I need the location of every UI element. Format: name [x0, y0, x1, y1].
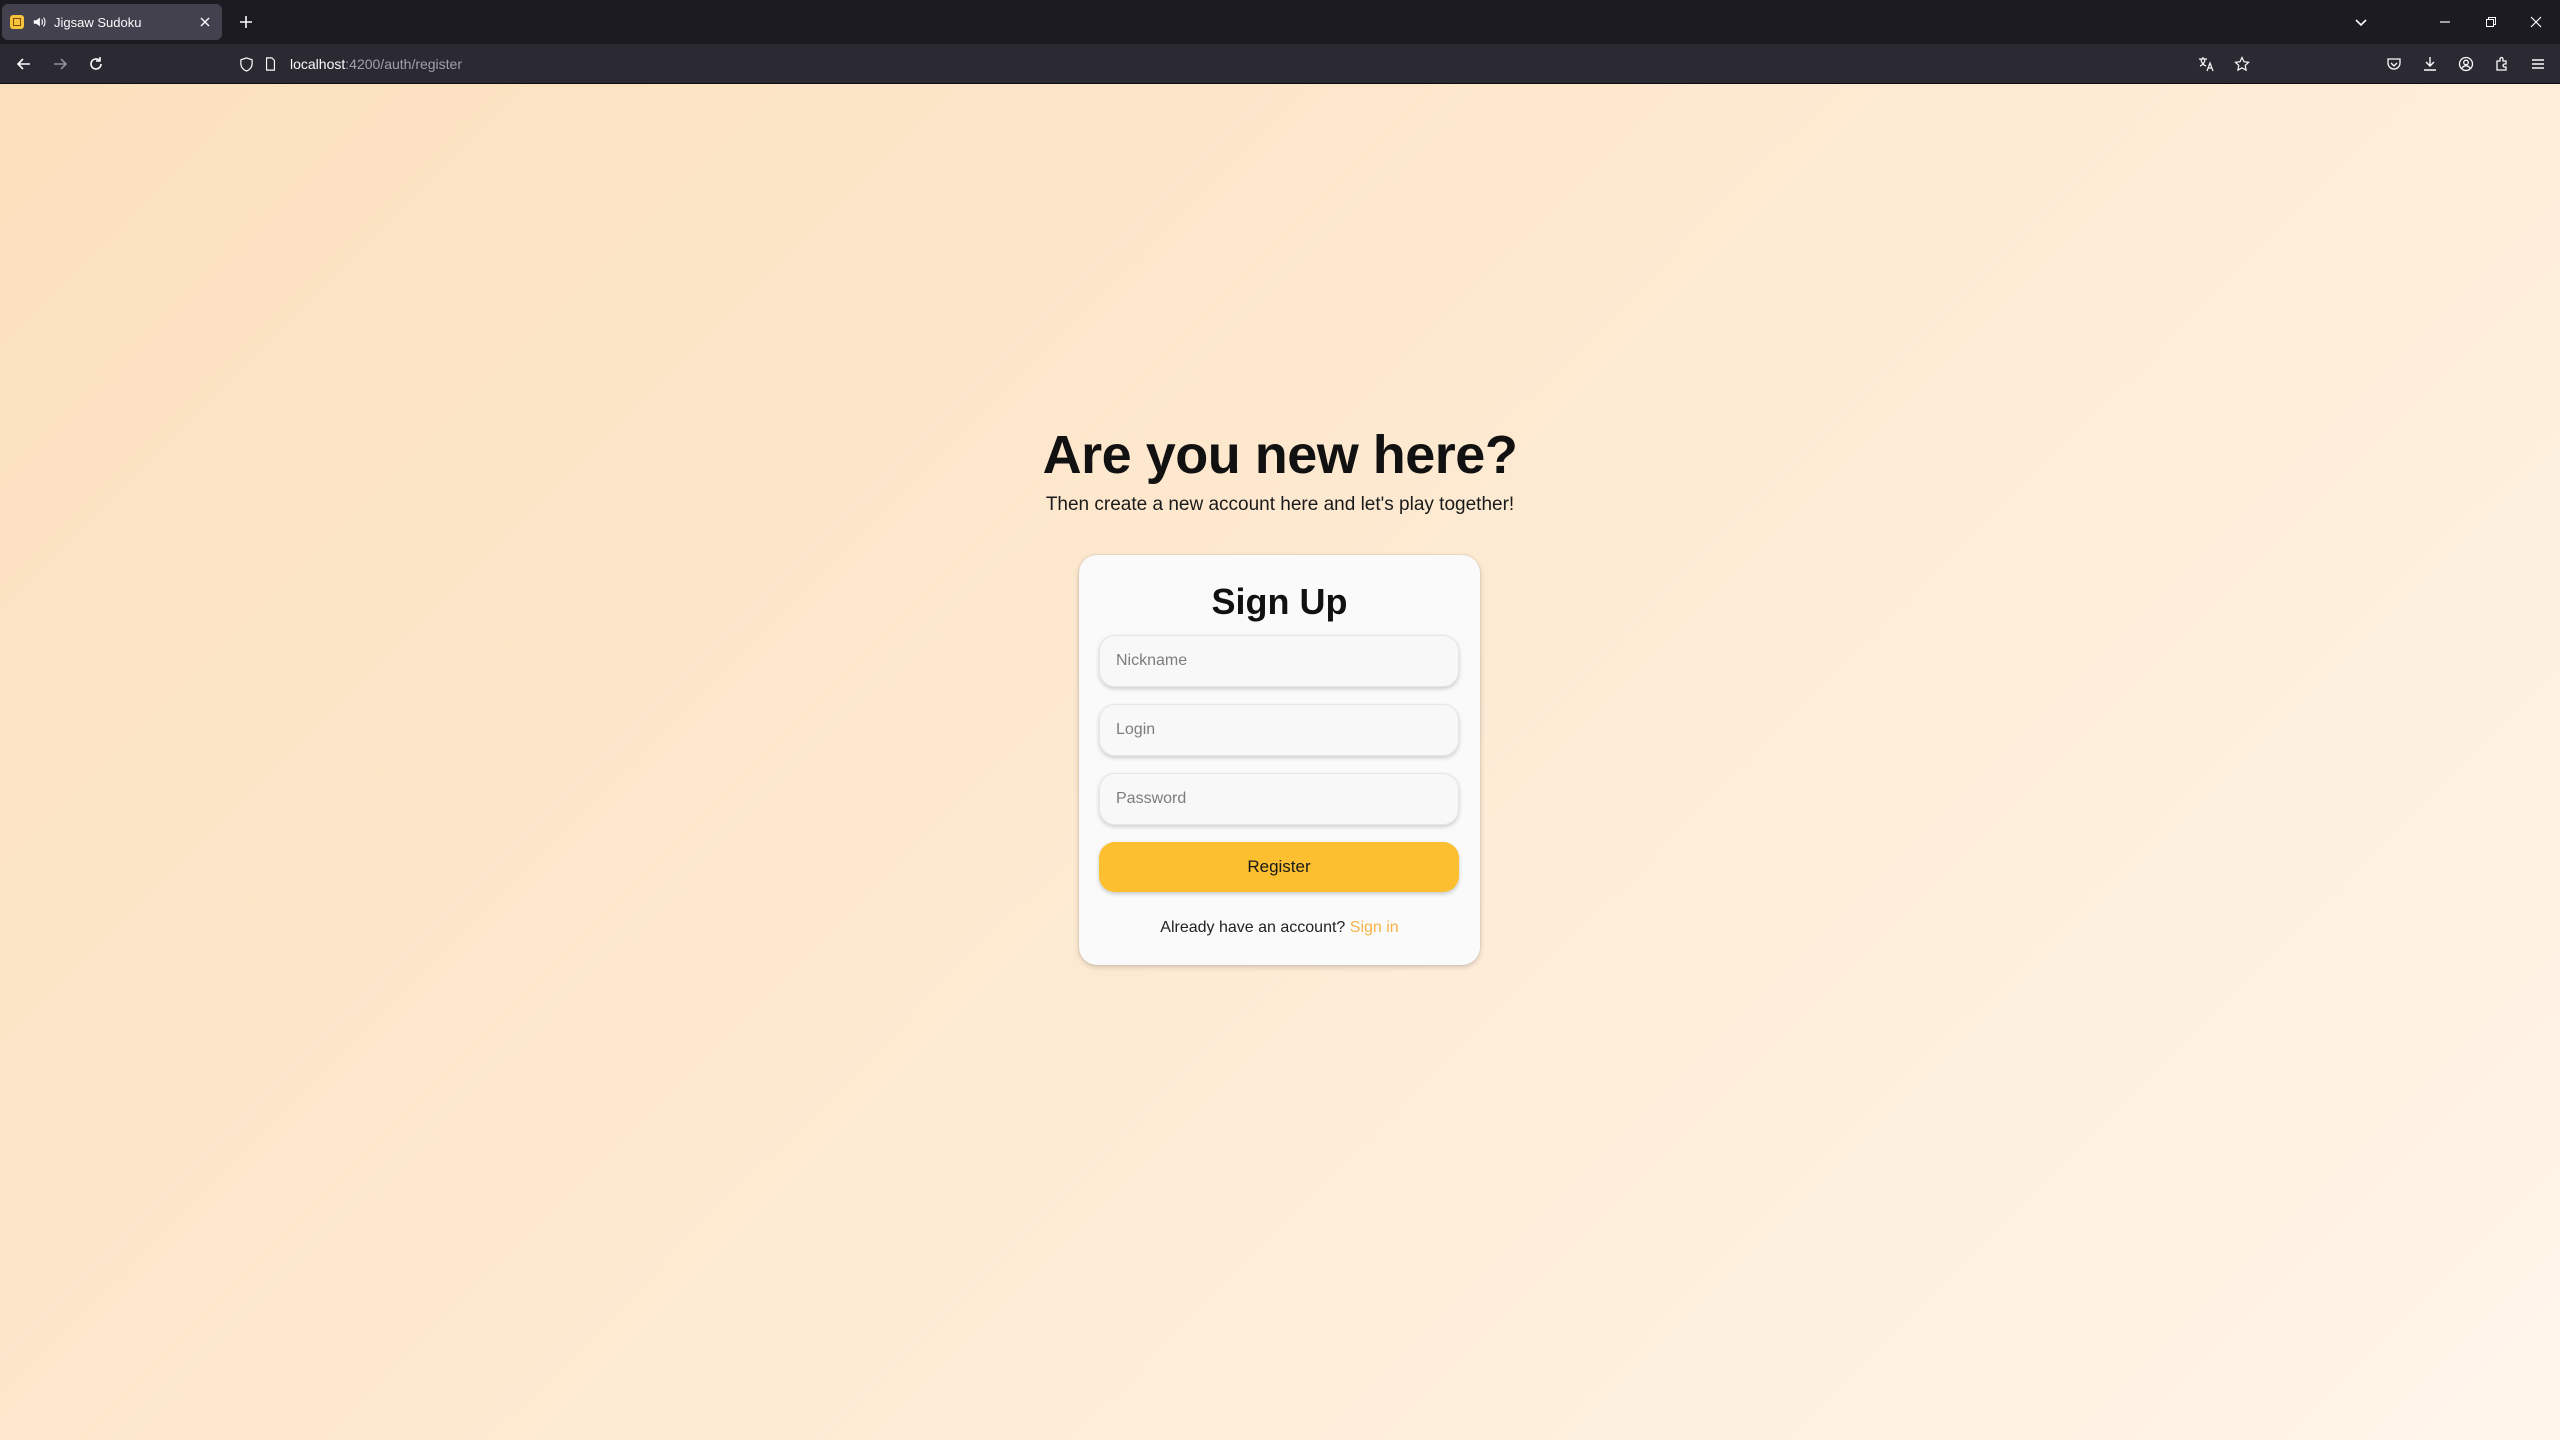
signin-prompt: Already have an account?: [1160, 919, 1346, 936]
browser-navbar: localhost:4200/auth/register: [0, 44, 2560, 84]
signup-title: Sign Up: [1211, 581, 1348, 622]
url-path: :4200/auth/register: [345, 56, 463, 72]
shield-icon[interactable]: [236, 54, 256, 74]
translate-icon[interactable]: [2192, 50, 2220, 78]
account-icon[interactable]: [2452, 50, 2480, 78]
url-text[interactable]: localhost:4200/auth/register: [290, 56, 462, 72]
login-field[interactable]: [1099, 704, 1459, 756]
signin-line: Already have an account? Sign in: [1079, 919, 1480, 937]
restore-icon[interactable]: [2477, 8, 2505, 36]
list-all-tabs-icon[interactable]: [2347, 8, 2375, 36]
nickname-field[interactable]: [1099, 635, 1459, 687]
browser-tab[interactable]: Jigsaw Sudoku: [2, 4, 222, 40]
menu-icon[interactable]: [2524, 50, 2552, 78]
extensions-icon[interactable]: [2488, 50, 2516, 78]
star-icon[interactable]: [2228, 50, 2256, 78]
url-bar[interactable]: localhost:4200/auth/register: [232, 48, 2256, 80]
page-heading: Are you new here?: [1042, 425, 1518, 485]
page-subheading: Then create a new account here and let's…: [1045, 494, 1515, 515]
toolbar-actions: [2380, 50, 2560, 78]
browser-titlebar: Jigsaw Sudoku: [0, 0, 2560, 44]
page-icon[interactable]: [260, 54, 280, 74]
reload-icon[interactable]: [82, 50, 110, 78]
new-tab-button[interactable]: [234, 10, 258, 34]
signup-card: Sign Up Register Already have an account…: [1079, 555, 1480, 965]
pocket-icon[interactable]: [2380, 50, 2408, 78]
url-host: localhost: [290, 56, 346, 72]
forward-arrow-icon[interactable]: [46, 50, 74, 78]
tab-title: Jigsaw Sudoku: [54, 14, 142, 30]
signin-link[interactable]: Sign in: [1350, 919, 1399, 936]
register-button[interactable]: Register: [1099, 842, 1459, 892]
minimize-icon[interactable]: [2431, 8, 2459, 36]
download-icon[interactable]: [2416, 50, 2444, 78]
favicon-icon: [10, 15, 24, 29]
password-field[interactable]: [1099, 773, 1459, 825]
window-close-icon[interactable]: [2522, 8, 2550, 36]
close-icon[interactable]: [196, 13, 214, 31]
speaker-icon[interactable]: [32, 15, 46, 29]
page-content: Are you new here? Then create a new acco…: [0, 84, 2560, 1440]
back-arrow-icon[interactable]: [10, 50, 38, 78]
